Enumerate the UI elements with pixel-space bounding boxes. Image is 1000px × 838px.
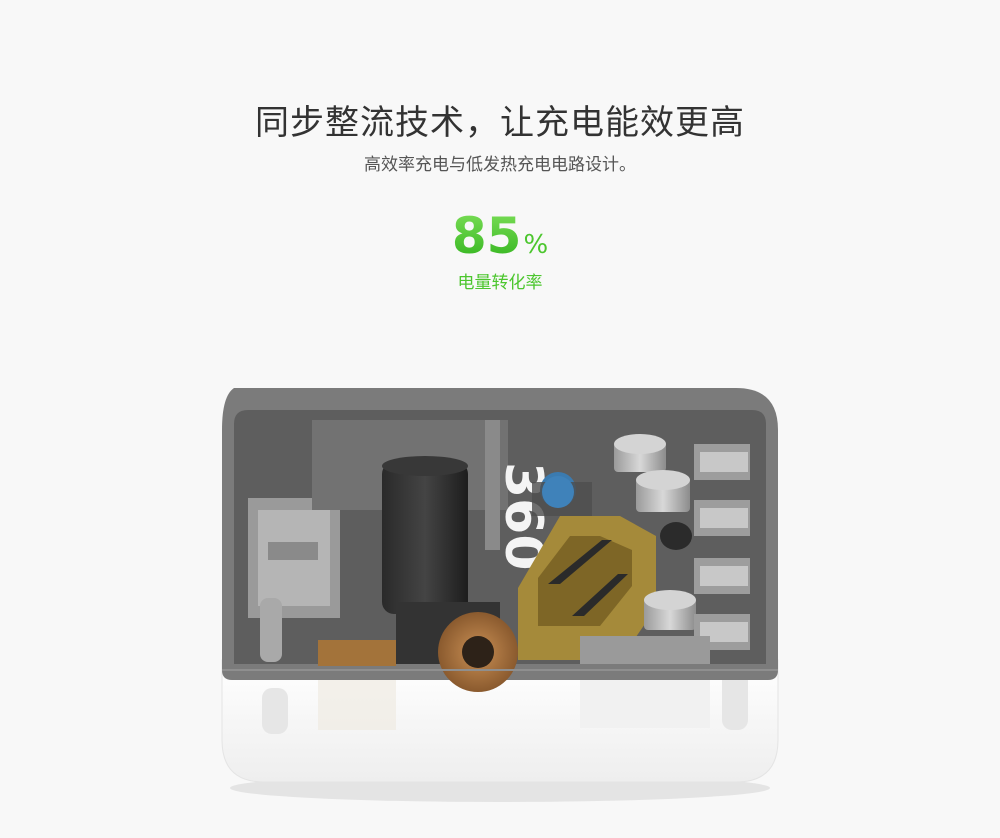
headline: 同步整流技术，让充电能效更高 (255, 102, 745, 143)
efficiency-unit: % (523, 230, 549, 260)
subtitle: 高效率充电与低发热充电电路设计。 (364, 155, 636, 175)
charger-product-image: 360 (221, 388, 779, 802)
promo-section: 同步整流技术，让充电能效更高 高效率充电与低发热充电电路设计。 85% 电量转化… (0, 0, 1000, 838)
efficiency-stat: 85% (0, 208, 1000, 264)
efficiency-value: 85 (451, 207, 522, 265)
efficiency-label: 电量转化率 (457, 273, 543, 293)
